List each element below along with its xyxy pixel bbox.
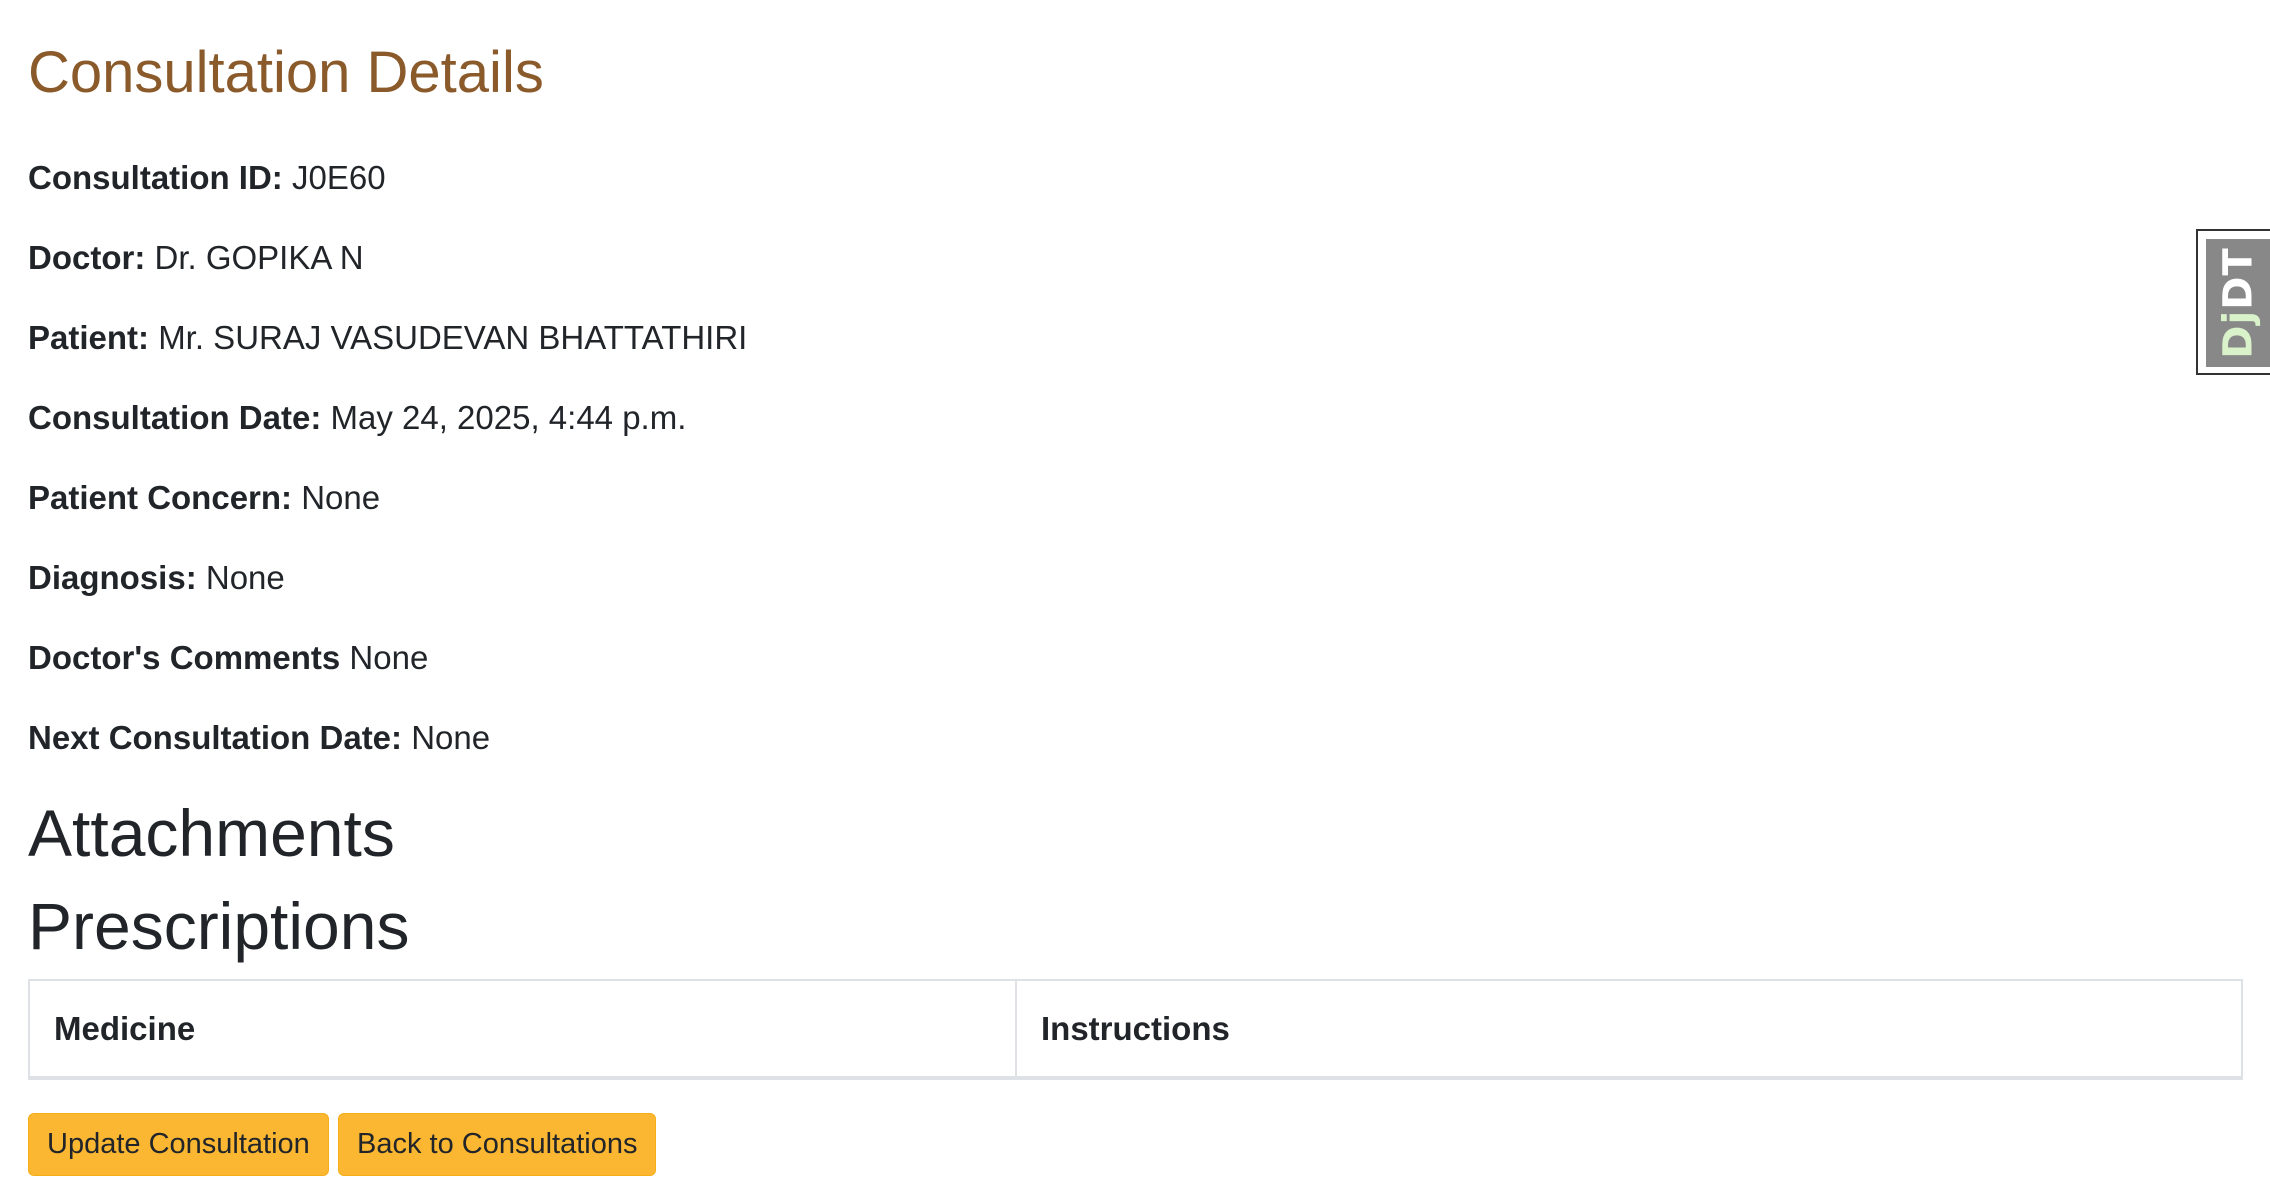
prescriptions-table: Medicine Instructions <box>28 979 2243 1080</box>
detail-value: Dr. GOPIKA N <box>154 239 364 276</box>
detail-value: None <box>411 719 491 756</box>
detail-patient-concern: Patient Concern: None <box>28 478 380 518</box>
detail-doctor: Doctor: Dr. GOPIKA N <box>28 238 364 278</box>
debug-toolbar-label-dt: DT <box>2216 247 2263 310</box>
detail-doctor-comments: Doctor's Comments None <box>28 638 428 678</box>
column-header-medicine: Medicine <box>29 980 1017 1078</box>
detail-value: J0E60 <box>291 159 386 196</box>
detail-next-consultation-date: Next Consultation Date: None <box>28 718 490 758</box>
debug-toolbar-label: DjDT <box>2216 247 2262 358</box>
attachments-heading: Attachments <box>28 796 395 870</box>
table-header-row: Medicine Instructions <box>29 980 2242 1078</box>
detail-consultation-id: Consultation ID: J0E60 <box>28 158 386 198</box>
column-header-instructions: Instructions <box>1041 1009 1230 1047</box>
detail-value: May 24, 2025, 4:44 p.m. <box>330 399 687 436</box>
detail-label: Patient: <box>28 319 150 356</box>
detail-label: Next Consultation Date: <box>28 719 403 756</box>
detail-patient: Patient: Mr. SURAJ VASUDEVAN BHATTATHIRI <box>28 318 747 358</box>
detail-label: Doctor: <box>28 239 146 276</box>
consultation-details-page: Consultation Details Consultation ID: J0… <box>0 0 2270 1204</box>
debug-toolbar-label-dj: Dj <box>2216 309 2263 359</box>
debug-toolbar-logo: DjDT <box>2206 239 2270 367</box>
detail-diagnosis: Diagnosis: None <box>28 558 285 598</box>
detail-label: Patient Concern: <box>28 479 293 516</box>
prescriptions-heading: Prescriptions <box>28 889 410 963</box>
page-title: Consultation Details <box>28 40 544 105</box>
back-to-consultations-button[interactable]: Back to Consultations <box>338 1113 657 1176</box>
detail-value: None <box>205 559 285 596</box>
detail-label: Doctor's Comments <box>28 639 341 676</box>
debug-toolbar-handle[interactable]: DjDT <box>2196 229 2270 375</box>
detail-value: None <box>301 479 381 516</box>
detail-label: Consultation Date: <box>28 399 322 436</box>
detail-value: None <box>349 639 429 676</box>
detail-label: Diagnosis: <box>28 559 197 596</box>
update-consultation-button[interactable]: Update Consultation <box>28 1113 329 1176</box>
detail-value: Mr. SURAJ VASUDEVAN BHATTATHIRI <box>158 319 748 356</box>
detail-label: Consultation ID: <box>28 159 283 196</box>
detail-consultation-date: Consultation Date: May 24, 2025, 4:44 p.… <box>28 398 686 438</box>
